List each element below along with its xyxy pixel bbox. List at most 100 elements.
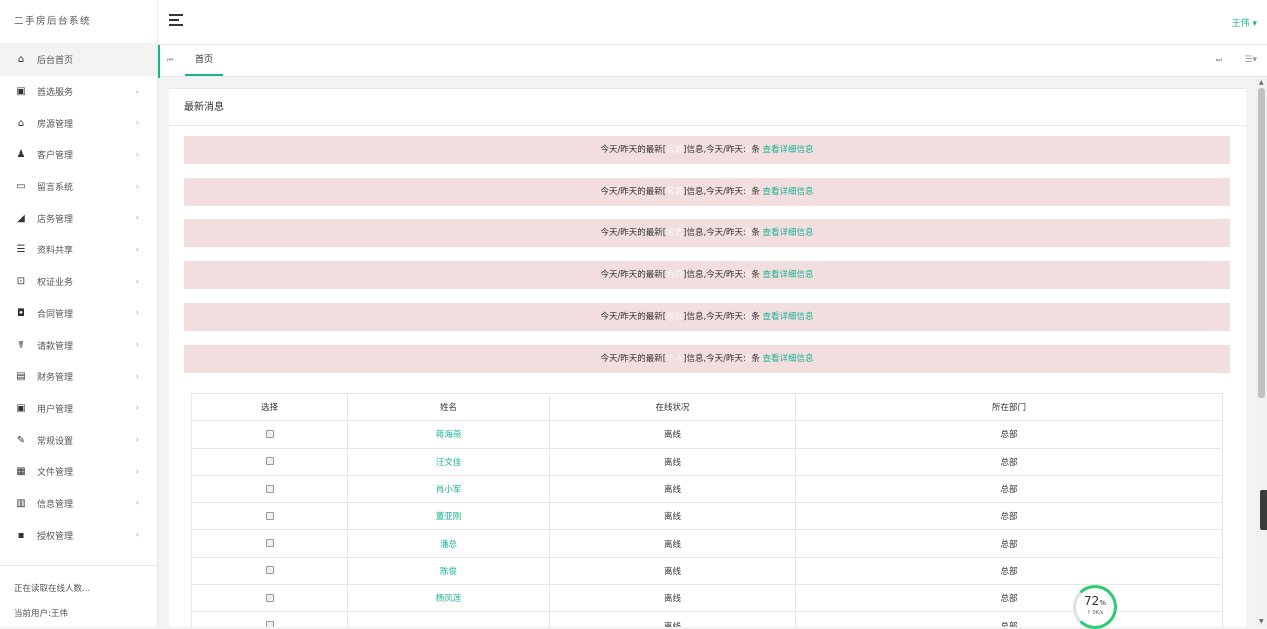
sidebar-item-label: 资料共享: [37, 246, 74, 257]
row-checkbox[interactable]: [265, 539, 274, 548]
alert-message: 今天/昨天的最新[客源]信息,今天/昨天:0条 查看详细信息: [184, 177, 1230, 206]
user-name-link[interactable]: 汪文佳: [347, 447, 550, 476]
sidebar-item-12[interactable]: ✎ 常规设置 ›: [0, 424, 157, 456]
row-checkbox[interactable]: [265, 429, 274, 438]
row-checkbox[interactable]: [265, 566, 274, 575]
user-name-link[interactable]: 肖小军: [347, 474, 550, 504]
briefcase-icon: ◘: [17, 307, 25, 319]
user-name-link[interactable]: 蒋海燕: [347, 420, 550, 449]
user-name-link[interactable]: 陈俊: [347, 556, 550, 586]
alert-suffix: 条: [751, 311, 760, 322]
sidebar-item-10[interactable]: ▤ 财务管理 ›: [0, 361, 157, 393]
row-checkbox[interactable]: [265, 621, 274, 627]
user-dropdown[interactable]: 王伟 ▾: [1232, 16, 1257, 29]
row-checkbox[interactable]: [265, 457, 274, 466]
sidebar-item-1[interactable]: ▣ 首选服务 ›: [0, 76, 157, 108]
chart-box-icon: ▤: [16, 371, 26, 383]
online-status-cell: 离线: [549, 447, 796, 476]
sidebar-item-9[interactable]: ☤ 请款管理 ›: [0, 329, 157, 361]
sidebar-item-label: 首选服务: [37, 88, 74, 99]
sidebar: 二手房后台系统 ⌂ 后台首页 ▣ 首选服务 › ⌂ 房源管理 › ♟ 客户管理 › ▭ 留言系统 › ◢ 店务…: [0, 0, 158, 627]
view-details-link[interactable]: 查看详细信息: [763, 228, 814, 238]
scroll-up-icon[interactable]: ▲: [1259, 79, 1264, 86]
sidebar-footer: 正在读取在线人数... 当前用户:王伟: [0, 565, 157, 627]
messages-panel: 最新消息 今天/昨天的最新[房源]信息,今天/昨天:0条 查看详细信息 今天/昨天…: [169, 88, 1246, 627]
sidebar-item-label: 留言系统: [37, 183, 74, 194]
sidebar-item-6[interactable]: ☰ 资料共享 ›: [0, 234, 157, 266]
area-chart-icon: ◢: [17, 212, 25, 224]
sidebar-item-13[interactable]: ▦ 文件管理 ›: [0, 456, 157, 488]
select-cell: [191, 584, 348, 613]
sidebar-item-label: 后台首页: [37, 56, 74, 67]
alert-message: 今天/昨天的最新[留言]信息,今天/昨天:0条 查看详细信息: [184, 219, 1230, 248]
tab-options-icon[interactable]: ☰▾: [1244, 55, 1257, 65]
side-dock-widget[interactable]: [1260, 490, 1267, 530]
online-status-cell: 离线: [549, 502, 796, 531]
view-details-link[interactable]: 查看详细信息: [763, 354, 814, 364]
top-bar: 王伟 ▾: [158, 0, 1267, 44]
scroll-down-icon[interactable]: ▼: [1259, 618, 1264, 625]
chevron-right-icon: ›: [135, 181, 139, 191]
user-name-link[interactable]: 潘总: [347, 529, 550, 558]
alert-message: 今天/昨天的最新[合同]信息,今天/昨天:0条 查看详细信息: [184, 261, 1230, 290]
sidebar-item-11[interactable]: ▣ 用户管理 ›: [0, 393, 157, 425]
row-checkbox[interactable]: [265, 484, 274, 493]
sidebar-item-2[interactable]: ⌂ 房源管理 ›: [0, 107, 157, 139]
user-name-link[interactable]: [347, 611, 550, 627]
sidebar-item-label: 信息管理: [37, 499, 74, 510]
view-details-link[interactable]: 查看详细信息: [763, 270, 814, 280]
department-cell: 总部: [795, 584, 1223, 613]
alert-category: 个人: [666, 353, 684, 364]
table-row: 蒋海燕 离线 总部: [191, 420, 1223, 449]
sidebar-item-4[interactable]: ▭ 留言系统 ›: [0, 171, 157, 203]
select-cell: [191, 556, 348, 586]
menu-toggle-icon[interactable]: [169, 14, 183, 26]
column-header: 选择: [191, 392, 348, 422]
chevron-right-icon: ›: [135, 149, 139, 159]
sidebar-item-15[interactable]: ▪ 授权管理 ›: [0, 519, 157, 551]
current-user-label: 当前用户:王伟: [14, 609, 68, 619]
tab-scroll-left-icon[interactable]: ⏮: [167, 56, 173, 65]
chevron-right-icon: ›: [135, 371, 139, 381]
sidebar-item-label: 店务管理: [37, 214, 74, 225]
chevron-right-icon: ›: [135, 118, 139, 128]
alert-category: 客源: [666, 186, 684, 197]
user-name-link[interactable]: 杨凤莲: [347, 584, 550, 613]
tab-scroll-right-icon[interactable]: ⏭: [1216, 56, 1222, 65]
alert-middle: ]信息,今天/昨天:: [683, 228, 746, 239]
select-cell: [191, 611, 348, 627]
scrollbar-thumb[interactable]: [1258, 88, 1265, 398]
walking-icon: ☤: [17, 339, 25, 351]
row-checkbox[interactable]: [265, 511, 274, 520]
online-users-table: 选择 姓名 在线状况 所在部门 蒋海燕 离线 总部 汪文佳 离线 总部 肖小军 离线 总部 董亚刚 离线总…: [191, 392, 1223, 627]
user-name-link[interactable]: 董亚刚: [347, 502, 550, 531]
view-details-link[interactable]: 查看详细信息: [763, 145, 814, 155]
sidebar-item-8[interactable]: ◘ 合同管理 ›: [0, 298, 157, 330]
chevron-right-icon: ›: [135, 403, 139, 413]
tab-home[interactable]: 首页: [185, 45, 224, 76]
column-header: 姓名: [347, 392, 550, 422]
column-header: 所在部门: [795, 392, 1223, 422]
id-badge-icon: ▣: [16, 402, 26, 414]
view-details-link[interactable]: 查看详细信息: [763, 312, 814, 322]
online-status-cell: 离线: [549, 529, 796, 558]
network-speed-widget[interactable]: 72% ↑ 0K/s: [1073, 585, 1117, 629]
sidebar-item-5[interactable]: ◢ 店务管理 ›: [0, 202, 157, 234]
chevron-right-icon: ›: [135, 86, 139, 96]
online-count-status: 正在读取在线人数...: [14, 584, 91, 594]
vertical-scrollbar[interactable]: ▲ ▼: [1256, 78, 1267, 627]
sidebar-item-label: 文件管理: [37, 468, 74, 479]
row-checkbox[interactable]: [265, 593, 274, 602]
sidebar-item-7[interactable]: ⊡ 权证业务 ›: [0, 266, 157, 298]
table-row: 董亚刚 离线 总部: [191, 502, 1223, 531]
inbox-icon: ▥: [16, 497, 26, 509]
alert-suffix: 条: [751, 353, 760, 364]
sidebar-item-0[interactable]: ⌂ 后台首页: [0, 44, 157, 76]
view-details-link[interactable]: 查看详细信息: [763, 187, 814, 197]
sidebar-item-3[interactable]: ♟ 客户管理 ›: [0, 139, 157, 171]
sidebar-item-14[interactable]: ▥ 信息管理 ›: [0, 488, 157, 520]
table-row: 杨凤莲 离线 总部: [191, 584, 1223, 613]
chevron-right-icon: ›: [135, 276, 139, 286]
chevron-right-icon: ›: [135, 308, 139, 318]
department-cell: 总部: [795, 447, 1223, 476]
